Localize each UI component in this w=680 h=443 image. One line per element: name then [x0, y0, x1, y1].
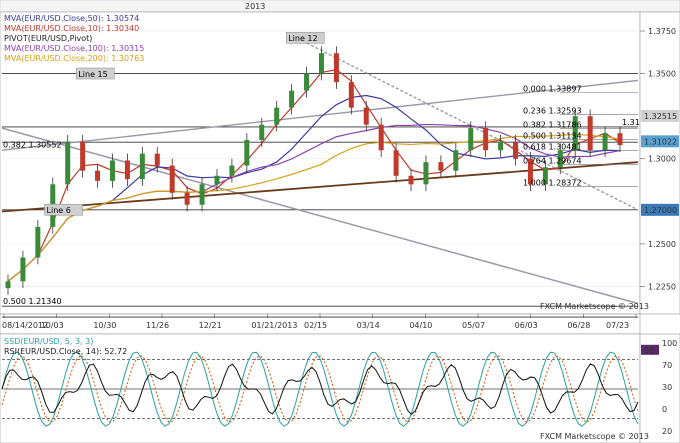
- time-tick-label: 07/23: [606, 321, 629, 330]
- top-year-label: 2013: [245, 2, 265, 11]
- candle-body: [20, 257, 26, 282]
- osc-scale-label: 20: [662, 427, 672, 436]
- legend-mva100: MVA(EUR/USD.Close,100): 1.30315: [4, 44, 144, 53]
- time-tick-label: 02/15: [304, 321, 327, 330]
- chart-svg: 2013 0.000 1.33897 0.236 1.32593 0.382 1.3…: [0, 0, 680, 443]
- watermark-main: FXCM Marketscope © 2013: [540, 302, 649, 311]
- candle-body: [95, 170, 101, 181]
- candle-body: [139, 153, 145, 180]
- candle-body: [348, 82, 354, 108]
- time-tick-label: 12/21: [199, 321, 222, 330]
- candle-body: [169, 165, 175, 193]
- fib-level-label: 0.500 1.31134: [523, 131, 582, 140]
- time-tick-label: 04/10: [409, 321, 432, 330]
- price-tick-label: 1.3750: [648, 27, 676, 36]
- time-tick-label: 05/07: [462, 321, 485, 330]
- candle-body: [229, 165, 235, 176]
- candle-body: [363, 107, 369, 125]
- legend-pivot: PIVOT(EUR/USD,Pivot): [4, 34, 92, 43]
- price-badge-label: 1.27000: [644, 206, 677, 215]
- fib-level-label: 0.236 1.32593: [523, 107, 582, 116]
- candle-body: [35, 226, 41, 258]
- line-name-label: Line 12: [288, 34, 317, 43]
- legend-mva50: MVA(EUR/USD.Close,50): 1.30574: [4, 14, 139, 23]
- time-tick-label: 10/30: [93, 321, 116, 330]
- candle-body: [318, 53, 324, 74]
- candle-body: [274, 107, 280, 125]
- osc-scale-label: 100: [662, 339, 677, 348]
- legend-mva10: MVA(EUR/USD.Close,10): 1.30340: [4, 24, 139, 33]
- left-level-label: 0.382 1.30552: [3, 140, 62, 149]
- candle-body: [184, 192, 190, 205]
- candle-body: [333, 53, 339, 83]
- price-tick-label: 1.2500: [648, 240, 676, 249]
- candle-body: [602, 133, 608, 151]
- candle-body: [289, 90, 295, 108]
- candle-body: [513, 141, 519, 159]
- fib-level-label: 0.000 1.33897: [523, 84, 582, 93]
- fib-level-label: 0.618 1.30481: [523, 143, 582, 152]
- price-tick-label: 1.3500: [648, 70, 676, 79]
- candle-body: [65, 141, 71, 185]
- candle-body: [259, 124, 265, 141]
- price-tick-label: 1.3000: [648, 155, 676, 164]
- candle-body: [468, 128, 474, 151]
- candle-body: [483, 128, 489, 151]
- candle-body: [199, 184, 205, 205]
- line-name-label: Line 15: [78, 70, 107, 79]
- candle-body: [408, 175, 414, 185]
- candle-body: [438, 162, 444, 171]
- line-name-label: Line 6: [47, 206, 71, 215]
- price-badge-label: 1.32515: [644, 112, 677, 121]
- time-tick-label: 03/14: [357, 321, 380, 330]
- candle-body: [244, 140, 250, 166]
- legend-mva200: MVA(EUR/USD.Close,200): 1.30763: [4, 54, 144, 63]
- price-tick-label: 1.2250: [648, 282, 676, 291]
- osc-legend-rsi: RSI(EUR/USD.Close, 14): 52.72: [4, 347, 127, 356]
- osc-scale-label: 30: [662, 383, 672, 392]
- left-level-label: 0.500 1.21340: [3, 297, 62, 306]
- chart-window: 2013 0.000 1.33897 0.236 1.32593 0.382 1.3…: [0, 0, 680, 443]
- candle-body: [393, 150, 399, 176]
- fib-level-label: 1.000 1.28372: [523, 178, 582, 187]
- time-tick-label: 10/03: [41, 321, 64, 330]
- osc-right-badge-label: 90: [644, 346, 654, 355]
- candle-body: [154, 153, 160, 166]
- candle-body: [124, 160, 130, 180]
- time-tick-label: 06/03: [515, 321, 538, 330]
- candle-body: [109, 160, 115, 181]
- candle-body: [453, 150, 459, 171]
- candle-body: [5, 281, 11, 289]
- candle-body: [617, 133, 623, 146]
- osc-scale-label: 70: [662, 361, 672, 370]
- candle-body: [378, 124, 384, 151]
- watermark-oscillator: FXCM Marketscope © 2013: [540, 432, 649, 441]
- top-time-strip: [0, 0, 680, 13]
- fib-level-label: 0.382 1.31786: [523, 120, 582, 129]
- osc-legend-ssd: SSD(EUR/USD, 5, 3, 3): [4, 337, 93, 346]
- price-badge-label: 1.31022: [644, 137, 677, 146]
- candle-body: [587, 116, 593, 151]
- time-tick-label: 06/28: [567, 321, 590, 330]
- time-tick-label: 01/21/2013: [251, 321, 297, 330]
- osc-scale-label: 0: [662, 405, 667, 414]
- candle-body: [214, 175, 220, 185]
- candle-body: [304, 73, 310, 91]
- candle-body: [498, 141, 504, 151]
- right-clip-label: 1.31: [622, 118, 640, 127]
- fib-level-label: 0.764 1.29674: [523, 156, 582, 165]
- time-tick-label: 11/26: [146, 321, 169, 330]
- candle-body: [423, 162, 429, 185]
- candle-body: [80, 141, 86, 171]
